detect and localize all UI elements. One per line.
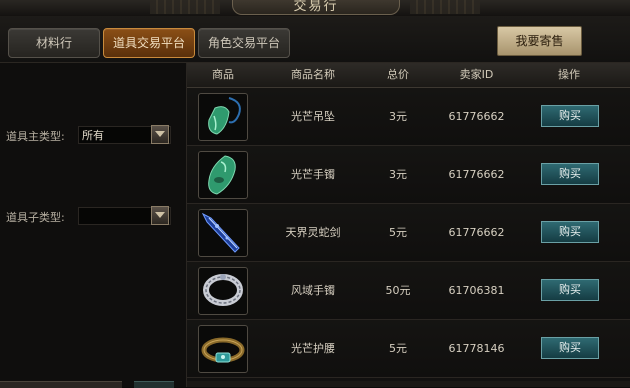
window-title: 交易行 [232, 0, 400, 15]
seller-id: 61776662 [448, 110, 505, 123]
buy-button[interactable]: 购买 [541, 105, 599, 127]
chevron-down-icon[interactable] [151, 206, 169, 225]
filter-panel: 道具主类型: 所有 道具子类型: [0, 63, 187, 387]
consign-sell-button[interactable]: 我要寄售 [497, 26, 582, 56]
table-row: 光芒护腰 5元 61778146 购买 [187, 320, 630, 378]
seller-id: 61706381 [448, 284, 505, 297]
jade-belt-icon [198, 325, 248, 373]
table-header: 商品 商品名称 总价 卖家ID 操作 [187, 63, 630, 88]
chevron-down-icon[interactable] [151, 125, 169, 144]
seller-id: 61778146 [448, 342, 505, 355]
title-ornament-left [150, 0, 220, 14]
item-price: 5元 [389, 226, 407, 239]
seller-id: 61776662 [448, 226, 505, 239]
listing-table: 商品 商品名称 总价 卖家ID 操作 光芒吊坠 3元 61776662 购买 光… [187, 63, 630, 387]
item-price: 5元 [389, 342, 407, 355]
item-price: 50元 [385, 284, 411, 297]
title-bar: 交易行 [0, 0, 630, 17]
item-name: 光芒护腰 [291, 342, 335, 355]
header-item: 商品 [212, 68, 234, 81]
main-type-value: 所有 [82, 129, 104, 142]
header-action: 操作 [558, 68, 580, 81]
item-name: 光芒吊坠 [291, 110, 335, 123]
tab-materials[interactable]: 材料行 [8, 28, 100, 58]
seller-id: 61776662 [448, 168, 505, 181]
item-name: 天界灵蛇剑 [285, 226, 341, 239]
tab-row: 材料行 道具交易平台 角色交易平台 我要寄售 [0, 16, 630, 63]
jade-pendant-icon [198, 93, 248, 141]
table-row: 天界灵蛇剑 5元 61776662 购买 [187, 204, 630, 262]
header-item-name: 商品名称 [291, 68, 335, 81]
blue-serpent-sword-icon [198, 209, 248, 257]
item-price: 3元 [389, 168, 407, 181]
sub-type-label: 道具子类型: [6, 211, 65, 224]
header-total-price: 总价 [387, 68, 409, 81]
table-row: 光芒手镯 3元 61776662 购买 [187, 146, 630, 204]
header-seller-id: 卖家ID [459, 68, 494, 81]
item-name: 风域手镯 [291, 284, 335, 297]
buy-button[interactable]: 购买 [541, 279, 599, 301]
sub-type-select[interactable] [78, 206, 171, 225]
tab-character-trading[interactable]: 角色交易平台 [198, 28, 290, 58]
buy-button[interactable]: 购买 [541, 163, 599, 185]
table-row: 光芒吊坠 3元 61776662 购买 [187, 88, 630, 146]
tab-item-trading[interactable]: 道具交易平台 [103, 28, 195, 58]
main-type-select[interactable]: 所有 [78, 125, 171, 144]
table-row: 风域手镯 50元 61706381 购买 [187, 262, 630, 320]
buy-button[interactable]: 购买 [541, 221, 599, 243]
table-footer [187, 381, 630, 387]
silver-bracelet-icon [198, 267, 248, 315]
item-name: 光芒手镯 [291, 168, 335, 181]
jade-bracelet-icon [198, 151, 248, 199]
title-ornament-right [410, 0, 480, 14]
buy-button[interactable]: 购买 [541, 337, 599, 359]
item-price: 3元 [389, 110, 407, 123]
main-type-label: 道具主类型: [6, 130, 65, 143]
